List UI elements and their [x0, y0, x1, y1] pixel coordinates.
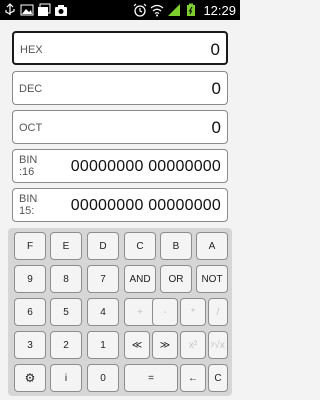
- gear-icon: ⚙: [24, 371, 36, 385]
- bin-low-value: 00000000 00000000: [70, 197, 221, 214]
- key-backspace[interactable]: ←: [180, 364, 206, 392]
- key-6[interactable]: 6: [14, 298, 46, 326]
- key-settings[interactable]: ⚙: [14, 364, 46, 392]
- key-equals[interactable]: =: [124, 364, 178, 392]
- status-bar: 12:29: [0, 0, 240, 20]
- gallery-icon: [38, 3, 51, 16]
- bin-low-label: BIN 15:: [19, 193, 38, 217]
- key-shift-left[interactable]: ≪: [124, 331, 150, 359]
- image-icon: [20, 4, 34, 16]
- bin-high-display[interactable]: BIN :16 00000000 00000000: [12, 149, 228, 183]
- dec-display[interactable]: DEC 0: [12, 71, 228, 105]
- key-info[interactable]: i: [50, 364, 82, 392]
- key-2[interactable]: 2: [50, 331, 82, 359]
- key-a[interactable]: A: [196, 232, 228, 260]
- hex-display[interactable]: HEX 0: [12, 31, 228, 65]
- key-8[interactable]: 8: [50, 265, 82, 293]
- key-clear[interactable]: C: [208, 364, 228, 392]
- key-shift-right[interactable]: ≫: [152, 331, 178, 359]
- key-divide[interactable]: /: [208, 298, 228, 326]
- clock: 12:29: [203, 2, 236, 18]
- keypad: F E D C B A 9 8 7 AND OR NOT 6 5 4 + - *…: [8, 228, 232, 396]
- key-1[interactable]: 1: [87, 331, 119, 359]
- dec-value: 0: [211, 79, 221, 98]
- usb-icon: [5, 3, 15, 15]
- oct-display[interactable]: OCT 0: [12, 110, 228, 144]
- battery-icon: [187, 3, 196, 16]
- key-3[interactable]: 3: [14, 331, 46, 359]
- hex-label: HEX: [20, 44, 43, 56]
- hex-value: 0: [210, 40, 220, 59]
- key-7[interactable]: 7: [87, 265, 119, 293]
- key-square[interactable]: x²: [180, 331, 206, 359]
- wifi-icon: [151, 4, 164, 17]
- camera-icon: [55, 5, 67, 16]
- key-5[interactable]: 5: [50, 298, 82, 326]
- key-f[interactable]: F: [14, 232, 46, 260]
- key-and[interactable]: AND: [124, 265, 156, 293]
- key-or[interactable]: OR: [160, 265, 192, 293]
- key-root[interactable]: ʸ√x: [208, 331, 228, 359]
- key-minus[interactable]: -: [152, 298, 178, 326]
- dec-label: DEC: [19, 83, 43, 95]
- key-9[interactable]: 9: [14, 265, 46, 293]
- signal-icon: [168, 4, 181, 16]
- key-not[interactable]: NOT: [196, 265, 228, 293]
- key-c-hex[interactable]: C: [124, 232, 156, 260]
- bin-low-display[interactable]: BIN 15: 00000000 00000000: [12, 188, 228, 222]
- key-4[interactable]: 4: [87, 298, 119, 326]
- key-multiply[interactable]: *: [180, 298, 206, 326]
- bin-high-value: 00000000 00000000: [70, 158, 221, 175]
- alarm-icon: [134, 3, 147, 17]
- bin-high-label: BIN :16: [19, 154, 38, 178]
- key-e[interactable]: E: [50, 232, 82, 260]
- oct-value: 0: [211, 118, 221, 137]
- key-0[interactable]: 0: [87, 364, 119, 392]
- key-d[interactable]: D: [87, 232, 119, 260]
- key-b[interactable]: B: [160, 232, 192, 260]
- oct-label: OCT: [19, 122, 43, 134]
